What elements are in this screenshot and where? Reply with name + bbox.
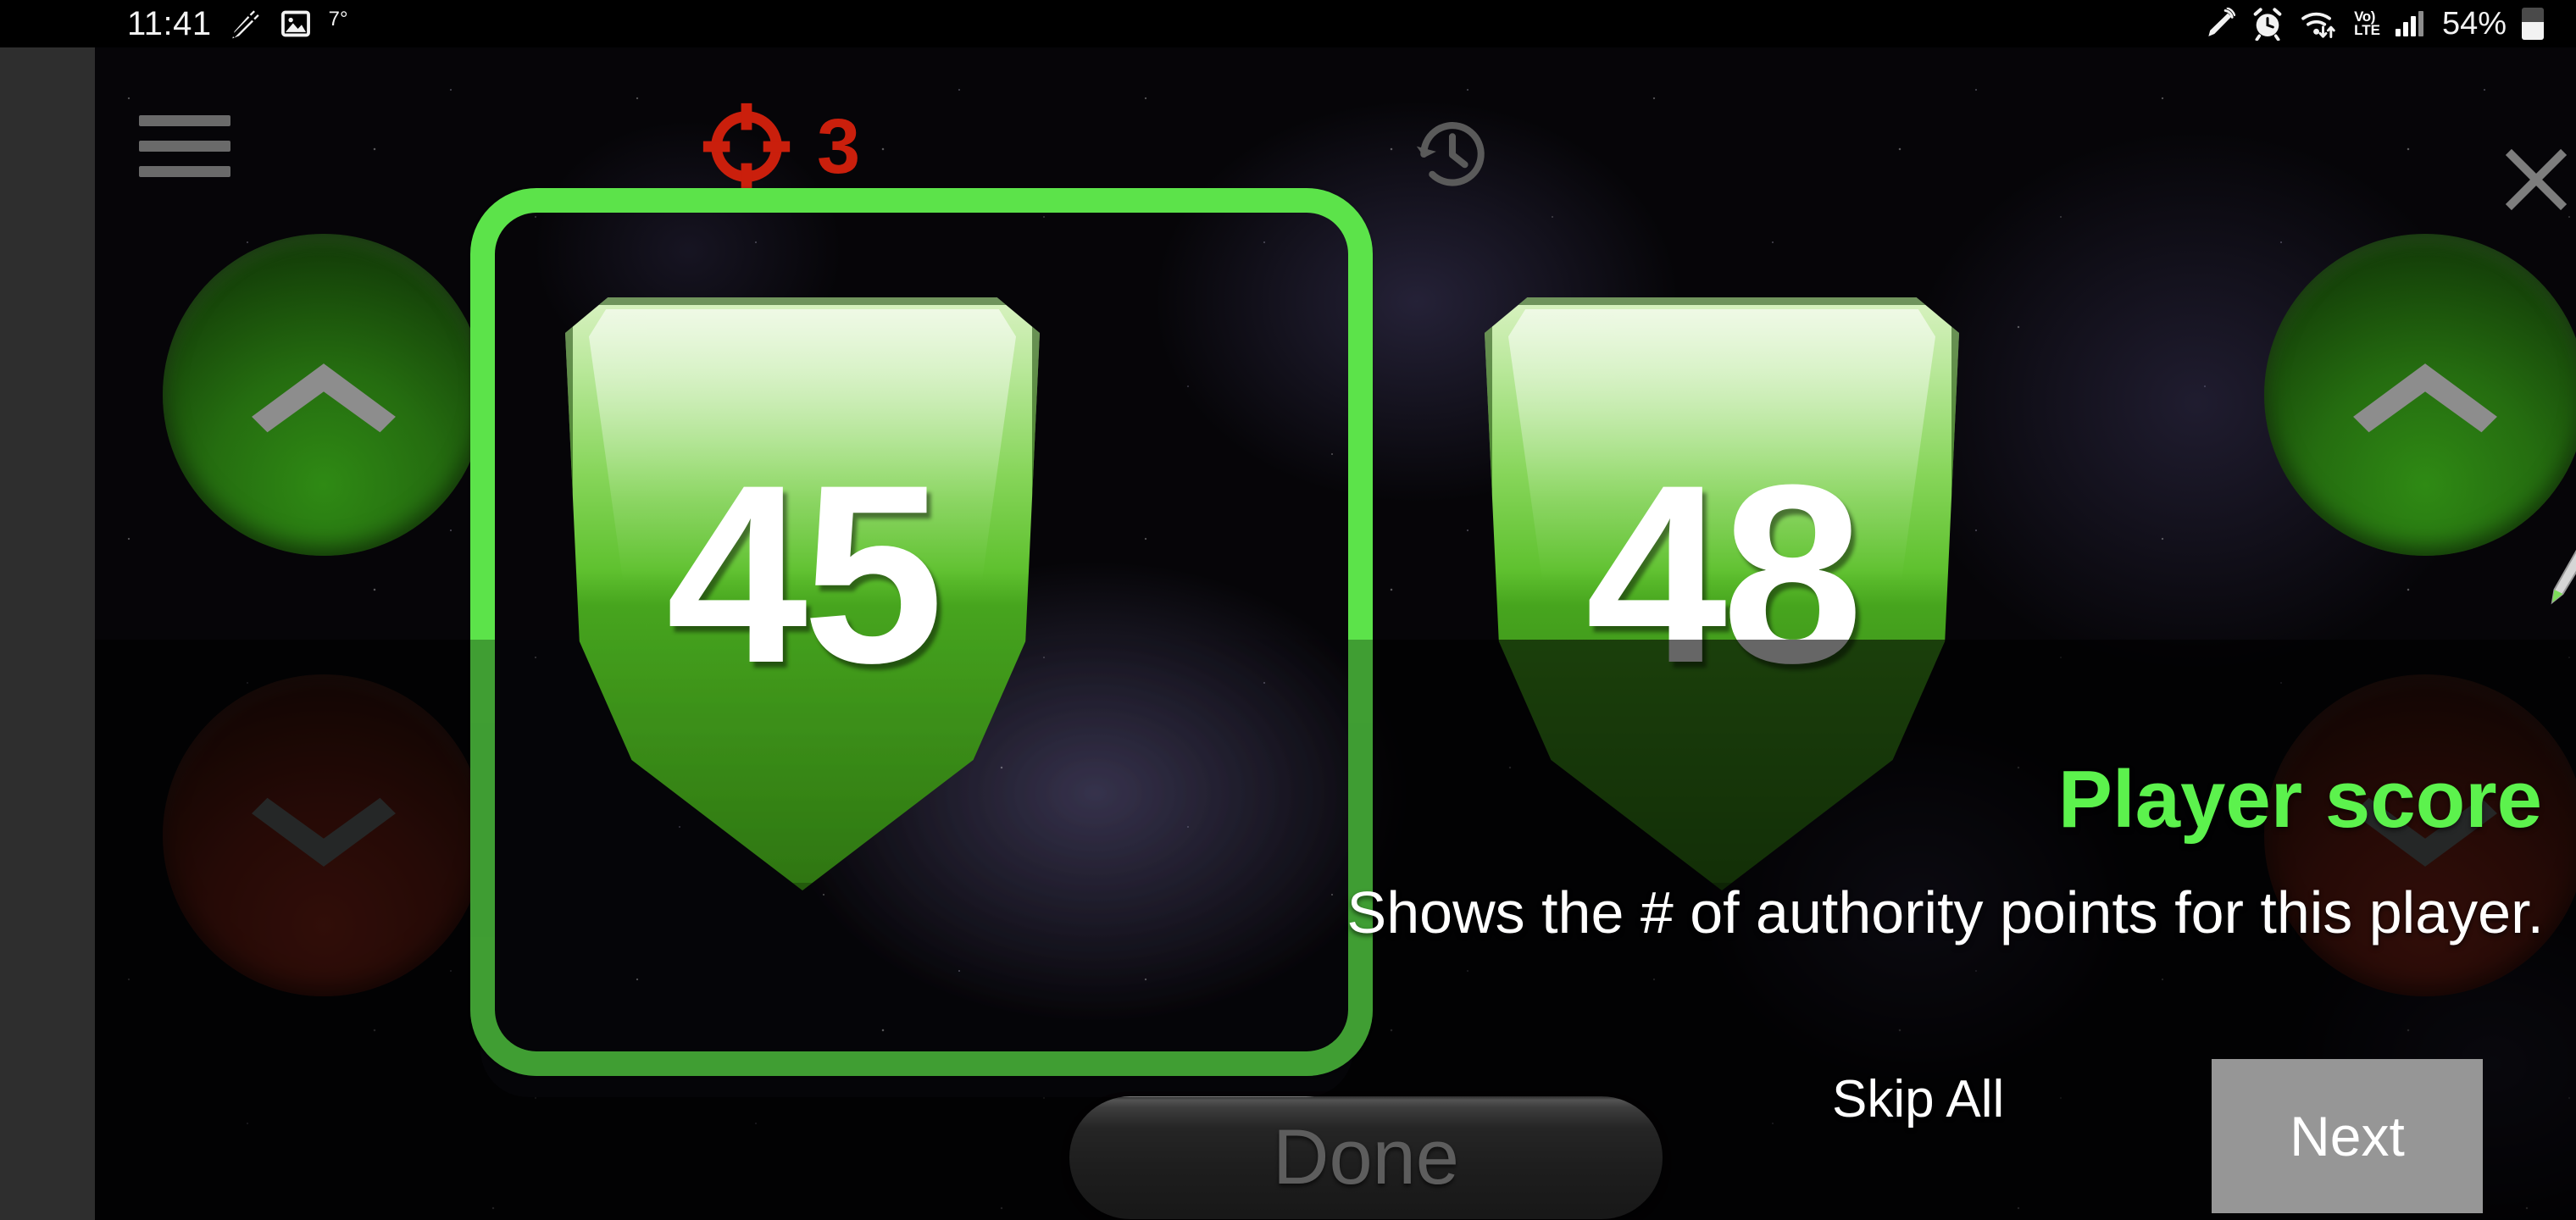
menu-bar-3 — [139, 166, 230, 177]
screenshot-image-icon — [280, 10, 310, 37]
battery-icon — [2522, 8, 2544, 40]
player-2-score-shield[interactable]: 48 — [1485, 297, 1959, 890]
tutorial-title: Player score — [2057, 754, 2542, 845]
signal-bar-3 — [2410, 16, 2416, 36]
target-crosshair-icon — [702, 103, 791, 191]
player-1-increment-button[interactable] — [163, 234, 485, 556]
attack-counter[interactable]: 3 — [697, 97, 860, 197]
game-board: 3 45 48 Done Player score Shows the # of… — [95, 47, 2576, 1220]
chevron-down-icon — [252, 797, 396, 867]
player-2-increment-button[interactable] — [2264, 234, 2576, 556]
menu-bar-1 — [139, 115, 230, 126]
signal-bar-1 — [2395, 29, 2401, 36]
hamburger-menu-icon[interactable] — [139, 115, 230, 178]
x-glyph-icon — [2505, 148, 2568, 211]
status-bar-clock: 11:41 — [127, 5, 212, 42]
player-1-score-value: 45 — [666, 431, 944, 716]
done-button[interactable]: Done — [1069, 1096, 1663, 1219]
attack-count-value: 3 — [817, 103, 861, 190]
status-bar-right-group: Vo) LTE 54% — [2203, 7, 2544, 41]
s-pen-icon — [2208, 8, 2236, 36]
stylus-off-icon — [231, 9, 260, 39]
status-bar-left-group: 11:41 7° — [127, 7, 348, 41]
volte-icon: Vo) LTE — [2354, 9, 2380, 38]
wifi-icon — [2301, 12, 2335, 39]
player-1-decrement-button[interactable] — [163, 674, 485, 996]
history-clock-icon — [1416, 122, 1485, 186]
player-1-score-shield[interactable]: 45 — [565, 297, 1040, 890]
volte-line-2: LTE — [2354, 22, 2380, 38]
chevron-up-icon — [252, 363, 396, 433]
signal-bar-4 — [2418, 11, 2423, 36]
next-button-label: Next — [2290, 1105, 2405, 1167]
menu-bar-2 — [139, 141, 230, 152]
player-2-score-value: 48 — [1585, 431, 1863, 716]
done-button-label: Done — [1273, 1114, 1459, 1201]
system-edge-bar — [0, 47, 95, 1220]
history-restore-icon[interactable] — [1413, 115, 1491, 193]
android-status-bar: 11:41 7° Vo) LTE 54% — [0, 0, 2576, 47]
signal-bars-icon — [2395, 11, 2423, 36]
chevron-up-icon — [2353, 363, 2497, 433]
alarm-icon — [2253, 8, 2282, 41]
tutorial-body-text: Shows the # of authority points for this… — [1346, 879, 2544, 946]
skip-all-button[interactable]: Skip All — [1824, 1056, 2012, 1143]
close-x-icon[interactable] — [2497, 141, 2575, 219]
battery-fill — [2522, 22, 2544, 40]
battery-percent-label: 54% — [2441, 6, 2507, 42]
starfield-background — [95, 47, 2576, 1220]
app-screen: 3 45 48 Done Player score Shows the # of… — [0, 0, 2576, 1220]
next-button[interactable]: Next — [2212, 1059, 2483, 1213]
signal-bar-2 — [2402, 22, 2408, 36]
status-bar-temperature: 7° — [328, 8, 348, 30]
